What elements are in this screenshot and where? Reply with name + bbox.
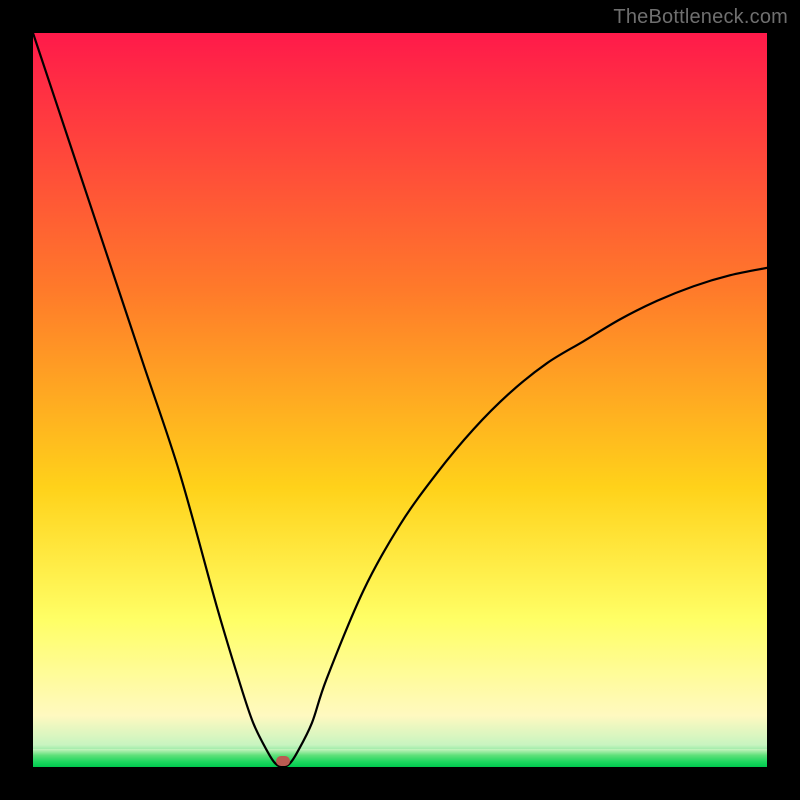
watermark-text: TheBottleneck.com bbox=[613, 6, 788, 29]
plot-area bbox=[33, 33, 767, 767]
bottleneck-curve bbox=[33, 33, 767, 767]
minimum-marker bbox=[276, 756, 290, 766]
chart-frame: TheBottleneck.com bbox=[0, 0, 800, 800]
